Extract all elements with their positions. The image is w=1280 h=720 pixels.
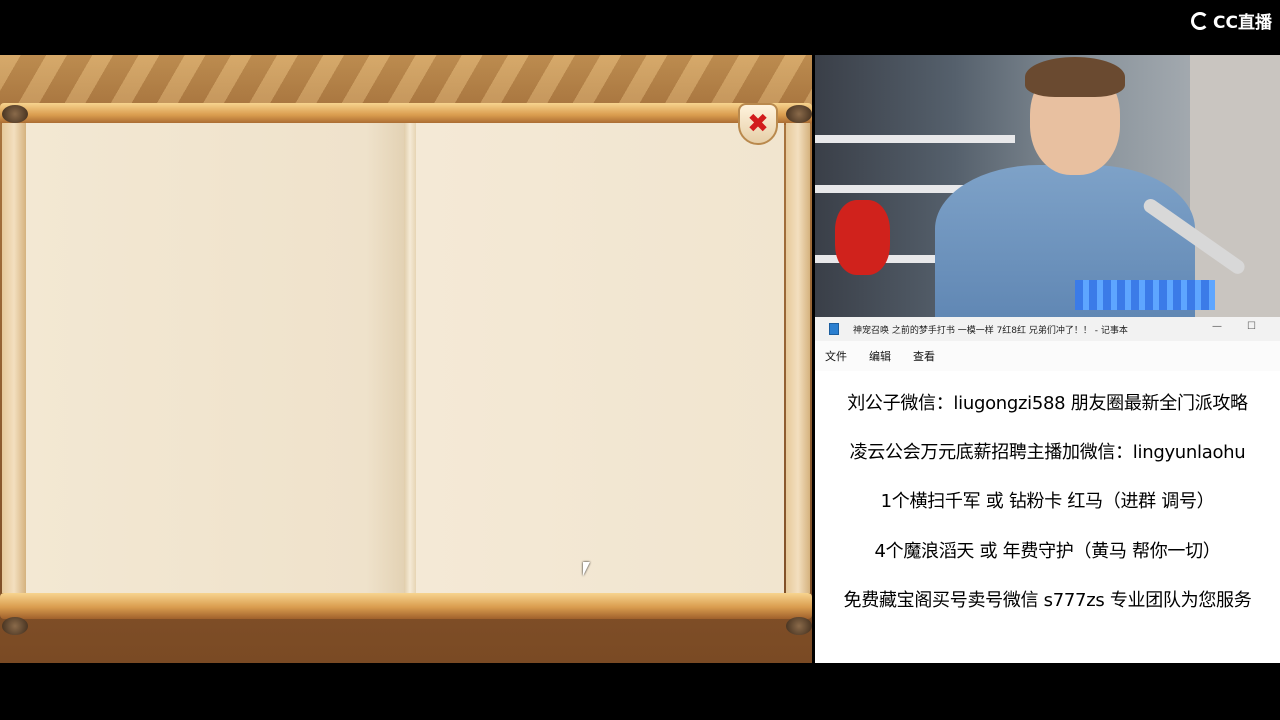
scroll-rod-top (0, 103, 812, 125)
shelf (815, 135, 1015, 143)
menu-file[interactable]: 文件 (825, 348, 847, 364)
rod-cap-icon (786, 617, 812, 635)
game-window: ✖ (0, 55, 812, 663)
plush-toy (835, 200, 890, 275)
shelf (815, 185, 965, 193)
notepad-window: 神宠召唤 之前的梦手打书 一模一样 7红8红 兄弟们冲了！！ - 记事本 — ☐… (815, 317, 1280, 663)
close-button[interactable]: ✖ (738, 103, 778, 145)
scroll-edge-left (2, 123, 26, 593)
rod-cap-icon (2, 617, 28, 635)
rod-cap-icon (786, 105, 812, 123)
background-wall (1190, 55, 1280, 317)
notepad-titlebar[interactable]: 神宠召唤 之前的梦手打书 一模一样 7红8红 兄弟们冲了！！ - 记事本 — ☐ (815, 317, 1280, 341)
menu-view[interactable]: 查看 (913, 348, 935, 364)
minimize-icon[interactable]: — (1212, 321, 1222, 332)
book-page-right (416, 123, 784, 593)
book-page-left (26, 123, 404, 593)
notepad-title: 神宠召唤 之前的梦手打书 一模一样 7红8红 兄弟们冲了！！ - 记事本 (853, 325, 1128, 336)
notepad-menubar: 文件 编辑 查看 (815, 341, 1280, 371)
notepad-icon (829, 323, 839, 335)
keyboard (1075, 280, 1215, 310)
scroll-rod-bottom (0, 593, 812, 619)
mouse-cursor-icon (583, 562, 590, 576)
scroll-book (26, 123, 784, 593)
book-spine (404, 123, 416, 593)
cc-logo-icon (1191, 11, 1210, 30)
webcam-feed (815, 55, 1280, 317)
cc-live-logo: CC直播 (1191, 8, 1272, 33)
rod-cap-icon (2, 105, 28, 123)
close-icon: ✖ (747, 109, 769, 139)
text-line: 1个横扫千军 或 钻粉卡 红马（进群 调号） (880, 491, 1215, 513)
maximize-icon[interactable]: ☐ (1247, 321, 1256, 332)
text-line: 刘公子微信：liugongzi588 朋友圈最新全门派攻略 (847, 393, 1248, 414)
menu-edit[interactable]: 编辑 (869, 348, 891, 364)
notepad-text-area[interactable]: 刘公子微信：liugongzi588 朋友圈最新全门派攻略 凌云公会万元底薪招聘… (815, 371, 1280, 625)
text-line: 免费藏宝阁买号卖号微信 s777zs 专业团队为您服务 (843, 589, 1252, 611)
text-line: 4个魔浪滔天 或 年费守护（黄马 帮你一切） (874, 540, 1221, 562)
brand-text: CC直播 (1213, 13, 1272, 33)
streamer-hair (1025, 57, 1125, 97)
text-line: 凌云公会万元底薪招聘主播加微信：lingyunlaohu (849, 442, 1246, 464)
scroll-edge-right (786, 123, 810, 593)
